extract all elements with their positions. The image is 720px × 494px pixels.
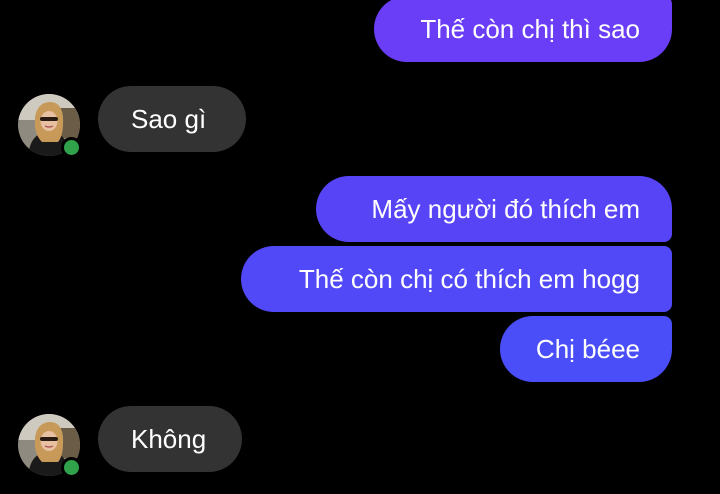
received-message-bubble[interactable]: Không — [98, 406, 242, 472]
message-text: Mấy người đó thích em — [371, 193, 640, 224]
online-status-dot — [61, 457, 82, 478]
contact-avatar[interactable] — [18, 94, 82, 158]
sent-message-bubble[interactable]: Mấy người đó thích em — [316, 176, 672, 242]
sent-message-bubble[interactable]: Thế còn chị thì sao — [374, 0, 672, 62]
message-text: Thế còn chị có thích em hogg — [298, 263, 640, 294]
contact-avatar[interactable] — [18, 414, 82, 478]
message-text: Chị béee — [535, 333, 640, 364]
online-status-dot — [61, 137, 82, 158]
sent-message-bubble[interactable]: Chị béee — [500, 316, 672, 382]
message-text: Sao gì — [131, 103, 207, 134]
message-text: Thế còn chị thì sao — [420, 13, 640, 44]
received-message-bubble[interactable]: Sao gì — [98, 86, 246, 152]
sent-message-bubble[interactable]: Thế còn chị có thích em hogg — [241, 246, 672, 312]
message-text: Không — [131, 423, 207, 454]
